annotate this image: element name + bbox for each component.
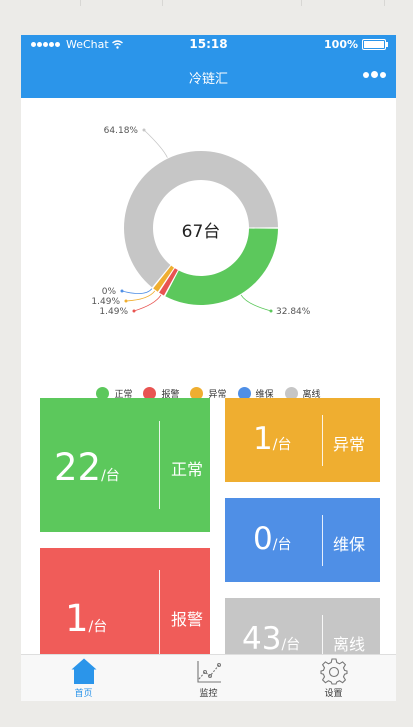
label-leader-line [143, 129, 168, 158]
donut-svg: 32.84%1.49%1.49%0%64.18% [91, 126, 311, 317]
label-leader-line [125, 290, 156, 302]
tile-maintenance-label: 维保 [333, 535, 366, 554]
tile-normal-count: 22/台 [54, 446, 120, 489]
slice-percent-label: 1.49% [99, 307, 128, 317]
phone-screen: WeChat 15:18 100% 冷链汇 32.84% 1.49% 1.49% 0%… [21, 35, 396, 701]
tile-maintenance[interactable]: 0/台 维保 [225, 498, 380, 582]
legend-label: 异常 [208, 390, 227, 400]
tile-divider [159, 570, 160, 658]
label-leader-dot [120, 289, 124, 293]
tile-alarm-count: 1/台 [65, 597, 108, 640]
tab-settings[interactable]: 设置 [271, 655, 396, 701]
label-leader-line [133, 294, 162, 312]
tile-offline-count: 43/台 [242, 621, 301, 657]
slice-percent-label: 0% [102, 287, 117, 297]
tile-divider [322, 415, 323, 466]
tab-settings-label: 设置 [324, 689, 343, 699]
tile-alarm[interactable]: 1/台 报警 [40, 548, 210, 658]
tab-monitor[interactable]: 监控 [146, 655, 271, 701]
label-leader-line [121, 288, 153, 294]
label-leader-dot [132, 309, 136, 313]
bottom-tab-bar: 首页 监控 设置 [21, 654, 396, 701]
tab-monitor-label: 监控 [199, 689, 218, 699]
battery-percent: 100% [324, 38, 358, 51]
tab-home[interactable]: 首页 [21, 655, 146, 701]
tile-abnormal[interactable]: 1/台 异常 [225, 398, 380, 482]
status-bar: WeChat 15:18 100% [21, 35, 396, 55]
tile-divider [322, 615, 323, 658]
tile-divider [322, 515, 323, 566]
tab-home-label: 首页 [74, 689, 93, 699]
battery-status: 100% [324, 38, 388, 51]
donut-center-total: 67台 [181, 222, 221, 242]
tile-normal-label: 正常 [171, 460, 204, 479]
monitor-chart-icon [197, 661, 221, 683]
tile-divider [159, 421, 160, 509]
label-leader-line [240, 294, 272, 312]
tile-offline[interactable]: 43/台 离线 [225, 598, 380, 658]
tile-offline-label: 离线 [333, 635, 366, 654]
home-icon [71, 658, 97, 684]
page-title: 冷链汇 [188, 72, 228, 87]
background-grid [0, 0, 413, 6]
tile-abnormal-count: 1/台 [253, 421, 292, 457]
label-leader-dot [142, 128, 146, 132]
tile-abnormal-label: 异常 [333, 435, 366, 454]
slice-percent-label: 64.18% [104, 126, 139, 136]
tile-maintenance-count: 0/台 [253, 521, 292, 557]
battery-icon [362, 39, 388, 50]
gear-icon [320, 658, 348, 685]
slice-percent-label: 32.84% [276, 307, 311, 317]
status-donut-chart: 32.84% 1.49% 1.49% 0% 64.18% 67台 [21, 98, 396, 330]
slice-percent-label: 1.49% [91, 297, 120, 307]
nav-bar: 冷链汇 [21, 55, 396, 98]
tile-normal[interactable]: 22/台 正常 [40, 398, 210, 532]
label-leader-dot [124, 299, 128, 303]
label-leader-dot [269, 309, 273, 313]
more-menu-icon[interactable] [363, 71, 386, 78]
tile-alarm-label: 报警 [171, 610, 204, 629]
